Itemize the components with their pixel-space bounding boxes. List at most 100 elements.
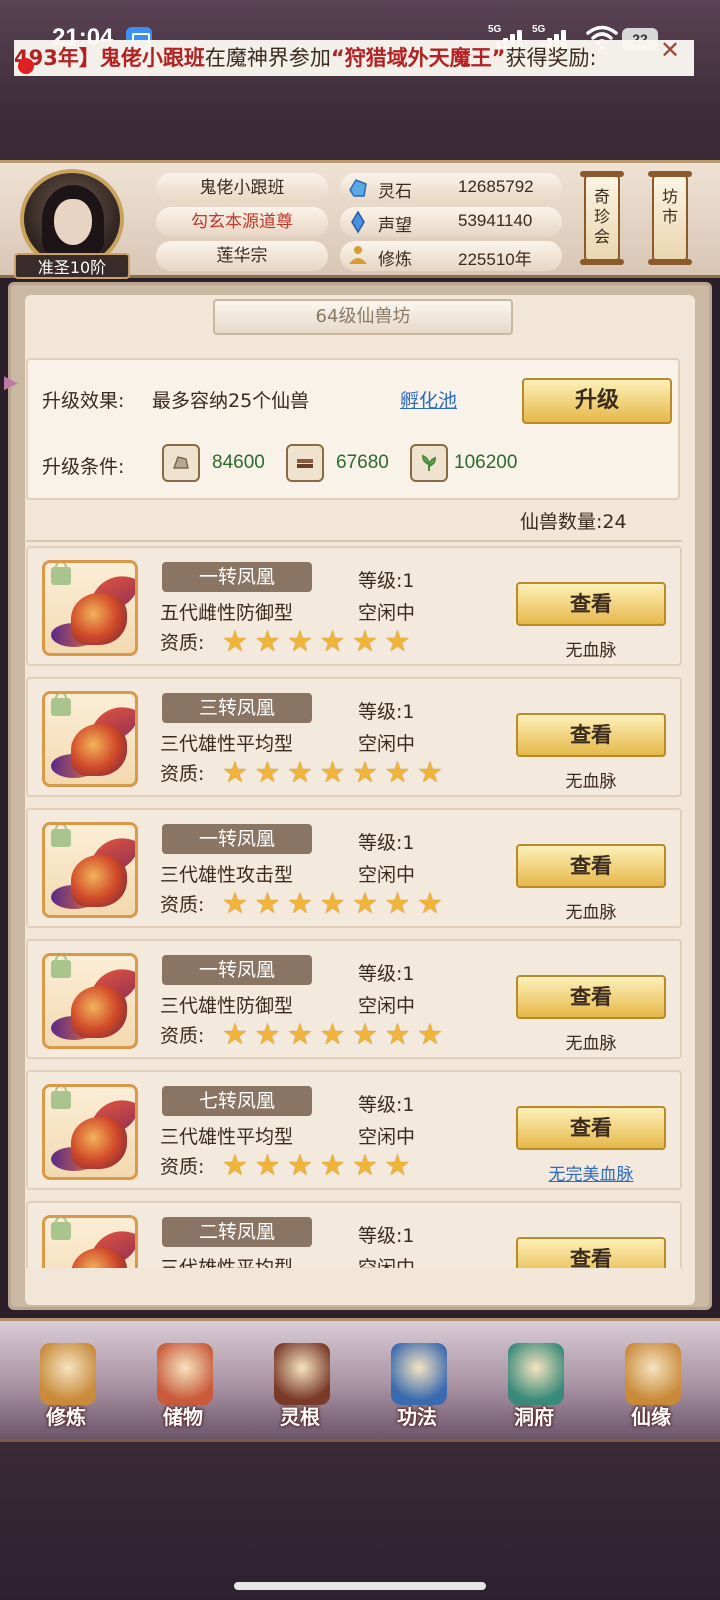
view-button[interactable]: 查看 bbox=[516, 582, 666, 626]
bloodline-label: 无血脉 bbox=[565, 772, 617, 792]
bottom-background bbox=[0, 1440, 720, 1600]
beast-level: 等级:1 bbox=[358, 570, 415, 592]
nav-label: 洞府 bbox=[514, 1405, 554, 1429]
player-title: 勾玄本源道尊 bbox=[156, 207, 328, 237]
market-button[interactable]: 坊市 bbox=[648, 171, 692, 265]
phoenix-portrait-icon[interactable] bbox=[42, 691, 138, 787]
nav-label: 功法 bbox=[397, 1405, 437, 1429]
star-icon: ★ bbox=[319, 1017, 346, 1051]
nav-item[interactable]: 修炼 bbox=[8, 1321, 124, 1445]
material-wood-amount: 67680 bbox=[336, 452, 389, 473]
aptitude-stars: ★ ★ ★ ★ ★ ★ ★ bbox=[222, 888, 450, 918]
star-icon: ★ bbox=[352, 886, 378, 920]
star-icon: ★ bbox=[384, 1017, 411, 1051]
rank-badge: 准圣10阶 bbox=[14, 253, 130, 279]
beast-count: 仙兽数量:24 bbox=[520, 511, 627, 533]
star-icon: ★ bbox=[222, 1148, 248, 1182]
material-ore-amount: 84600 bbox=[212, 452, 265, 473]
treasure-pavilion-button[interactable]: 奇珍会 bbox=[580, 171, 624, 265]
phoenix-portrait-icon[interactable] bbox=[42, 560, 138, 656]
star-icon: ★ bbox=[352, 624, 378, 658]
upgrade-button[interactable]: 升级 bbox=[522, 378, 672, 424]
lock-icon bbox=[51, 1087, 71, 1109]
star-icon: ★ bbox=[319, 755, 346, 789]
view-button[interactable]: 查看 bbox=[516, 713, 666, 757]
bottom-navigation: 修炼 储物 灵根 功法 洞府 仙缘 bbox=[0, 1318, 720, 1442]
star-icon: ★ bbox=[287, 624, 313, 658]
aptitude-stars: ★ ★ ★ ★ ★ ★ bbox=[222, 626, 417, 656]
phoenix-portrait-icon[interactable] bbox=[42, 953, 138, 1049]
nav-item[interactable]: 储物 bbox=[125, 1321, 241, 1445]
star-icon: ★ bbox=[222, 755, 248, 789]
notification-dot bbox=[18, 58, 34, 74]
upgrade-effect-label: 升级效果: bbox=[42, 390, 125, 412]
beast-card[interactable]: 一转凤凰 等级:1 三代雄性攻击型 空闲中 资质: ★ ★ ★ ★ ★ ★ ★ 查看 无血脉 bbox=[26, 808, 682, 928]
star-icon: ★ bbox=[384, 1148, 411, 1182]
beast-aptitude-label: 资质: bbox=[160, 1156, 205, 1178]
star-icon: ★ bbox=[417, 886, 443, 920]
divider bbox=[26, 540, 682, 542]
star-icon: ★ bbox=[352, 755, 378, 789]
beast-card[interactable]: 二转凤凰 等级:1 三代雄性平均型 空闲中 资质: 查看 bbox=[26, 1201, 682, 1268]
beast-aptitude-label: 资质: bbox=[160, 1025, 205, 1047]
nav-item[interactable]: 功法 bbox=[359, 1321, 475, 1445]
star-icon: ★ bbox=[222, 886, 248, 920]
lock-icon bbox=[51, 694, 71, 716]
nav-item[interactable]: 仙缘 bbox=[593, 1321, 709, 1445]
beast-description: 三代雄性平均型 bbox=[160, 1257, 294, 1268]
beast-level: 等级:1 bbox=[358, 701, 415, 723]
announcement-marquee: 493年】鬼佬小跟班在魔神界参加“狩猎域外天魔王”获得奖励: bbox=[14, 40, 694, 76]
beast-name: 一转凤凰 bbox=[162, 824, 312, 854]
bloodline-label: 无血脉 bbox=[565, 903, 617, 923]
nav-item[interactable]: 灵根 bbox=[242, 1321, 358, 1445]
resource-prestige: 声望 53941140 bbox=[340, 207, 562, 237]
side-drawer-arrow-icon[interactable]: ▶ bbox=[4, 372, 18, 398]
beast-card[interactable]: 一转凤凰 等级:1 三代雄性防御型 空闲中 资质: ★ ★ ★ ★ ★ ★ ★ 查看 无血脉 bbox=[26, 939, 682, 1059]
close-icon[interactable]: ✕ bbox=[660, 36, 680, 64]
view-button[interactable]: 查看 bbox=[516, 1237, 666, 1268]
aptitude-stars: ★ ★ ★ ★ ★ ★ ★ bbox=[222, 757, 450, 787]
bloodline-label[interactable]: 无完美血脉 bbox=[516, 1160, 666, 1185]
resource-cultivation: 修炼 225510年 bbox=[340, 241, 562, 271]
nav-label: 修炼 bbox=[46, 1405, 86, 1429]
upgrade-section: 升级效果: 最多容纳25个仙兽 孵化池 升级 升级条件: 84600 67680… bbox=[26, 358, 680, 500]
player-sect: 莲华宗 bbox=[156, 241, 328, 271]
beast-card[interactable]: 七转凤凰 等级:1 三代雄性平均型 空闲中 资质: ★ ★ ★ ★ ★ ★ 查看 无完美血… bbox=[26, 1070, 682, 1190]
star-icon: ★ bbox=[417, 1017, 443, 1051]
beast-description: 三代雄性平均型 bbox=[160, 1126, 294, 1148]
beast-status: 空闲中 bbox=[358, 733, 416, 755]
star-icon: ★ bbox=[254, 1017, 281, 1051]
bloodline-label: 无血脉 bbox=[565, 1034, 617, 1054]
beast-aptitude-label: 资质: bbox=[160, 894, 205, 916]
technique-book-icon bbox=[391, 1343, 447, 1405]
phoenix-portrait-icon[interactable] bbox=[42, 1215, 138, 1268]
star-icon: ★ bbox=[319, 624, 346, 658]
beast-description: 三代雄性平均型 bbox=[160, 733, 294, 755]
beast-aptitude-label: 资质: bbox=[160, 632, 205, 654]
nav-label: 灵根 bbox=[280, 1405, 320, 1429]
star-icon: ★ bbox=[417, 755, 443, 789]
home-indicator[interactable] bbox=[234, 1582, 486, 1590]
star-icon: ★ bbox=[254, 1148, 281, 1182]
phoenix-portrait-icon[interactable] bbox=[42, 822, 138, 918]
star-icon: ★ bbox=[384, 886, 411, 920]
beast-level: 等级:1 bbox=[358, 1094, 415, 1116]
view-button[interactable]: 查看 bbox=[516, 1106, 666, 1150]
nav-item[interactable]: 洞府 bbox=[476, 1321, 592, 1445]
beast-description: 三代雄性攻击型 bbox=[160, 864, 294, 886]
beast-card[interactable]: 三转凤凰 等级:1 三代雄性平均型 空闲中 资质: ★ ★ ★ ★ ★ ★ ★ 查看 无血脉 bbox=[26, 677, 682, 797]
hatch-pool-link[interactable]: 孵化池 bbox=[400, 386, 457, 413]
prestige-crystal-icon bbox=[351, 210, 365, 234]
view-button[interactable]: 查看 bbox=[516, 975, 666, 1019]
star-icon: ★ bbox=[384, 755, 411, 789]
beast-name: 七转凤凰 bbox=[162, 1086, 312, 1116]
beast-aptitude-label: 资质: bbox=[160, 763, 205, 785]
beast-list[interactable]: 一转凤凰 等级:1 五代雌性防御型 空闲中 资质: ★ ★ ★ ★ ★ ★ 查看 无血脉 … bbox=[26, 546, 682, 1268]
nav-label: 仙缘 bbox=[631, 1405, 671, 1429]
view-button[interactable]: 查看 bbox=[516, 844, 666, 888]
star-icon: ★ bbox=[384, 624, 411, 658]
beast-level: 等级:1 bbox=[358, 832, 415, 854]
beast-card[interactable]: 一转凤凰 等级:1 五代雌性防御型 空闲中 资质: ★ ★ ★ ★ ★ ★ 查看 无血脉 bbox=[26, 546, 682, 666]
cultivation-icon bbox=[40, 1343, 96, 1405]
phoenix-portrait-icon[interactable] bbox=[42, 1084, 138, 1180]
